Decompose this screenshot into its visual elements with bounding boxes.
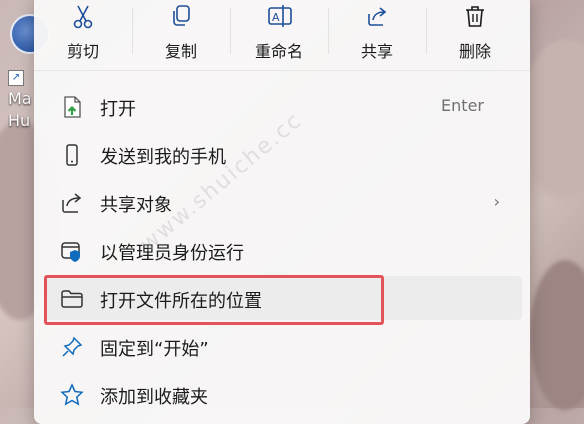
pin-icon <box>62 336 83 357</box>
scissors-icon <box>73 5 93 29</box>
menu-item-label: 以管理员身份运行 <box>100 243 244 264</box>
share-icon <box>368 7 387 26</box>
menu-item-share-to[interactable]: 共享对象 › <box>44 180 522 224</box>
phone-icon <box>66 144 78 166</box>
copy-button[interactable]: 复制 <box>132 0 230 68</box>
rename-icon: A <box>268 5 292 27</box>
menu-item-label: 发送到我的手机 <box>100 147 226 168</box>
share-icon <box>62 193 82 213</box>
menu-item-add-favorites[interactable]: 添加到收藏夹 <box>44 372 522 416</box>
context-menu-toolbar: 剪切 复制 A 重命名 共享 删除 <box>34 0 530 68</box>
shortcut-hint: Enter <box>441 96 484 115</box>
menu-item-run-as-admin[interactable]: 以管理员身份运行 <box>44 228 522 272</box>
annotation-highlight-box <box>44 275 384 325</box>
copy-icon <box>173 5 190 26</box>
copy-label: 复制 <box>164 42 197 61</box>
svg-text:A: A <box>272 11 280 24</box>
menu-item-label: 共享对象 <box>100 195 172 216</box>
menu-item-label: 打开 <box>100 99 136 120</box>
cut-button[interactable]: 剪切 <box>34 0 132 68</box>
open-file-icon <box>64 96 81 118</box>
toolbar-divider <box>34 70 530 71</box>
chevron-right-icon: › <box>493 192 500 211</box>
share-label: 共享 <box>360 42 393 61</box>
share-button[interactable]: 共享 <box>328 0 426 68</box>
context-menu: 剪切 复制 A 重命名 共享 删除 打开 Enter 发送到我的手机 共享对象 … <box>34 0 530 424</box>
menu-item-label: 固定到“开始” <box>100 339 209 360</box>
delete-button[interactable]: 删除 <box>426 0 524 68</box>
admin-shield-icon <box>61 242 80 262</box>
delete-label: 删除 <box>458 42 491 61</box>
cut-label: 剪切 <box>66 42 99 61</box>
rename-button[interactable]: A 重命名 <box>230 0 328 68</box>
trash-icon <box>466 6 484 27</box>
menu-item-pin-to-start[interactable]: 固定到“开始” <box>44 324 522 368</box>
shortcut-arrow-icon: ↗ <box>8 70 24 86</box>
rename-label: 重命名 <box>254 42 303 61</box>
menu-item-label: 添加到收藏夹 <box>100 387 208 408</box>
wallpaper-shape <box>530 260 584 410</box>
star-icon <box>60 383 84 406</box>
